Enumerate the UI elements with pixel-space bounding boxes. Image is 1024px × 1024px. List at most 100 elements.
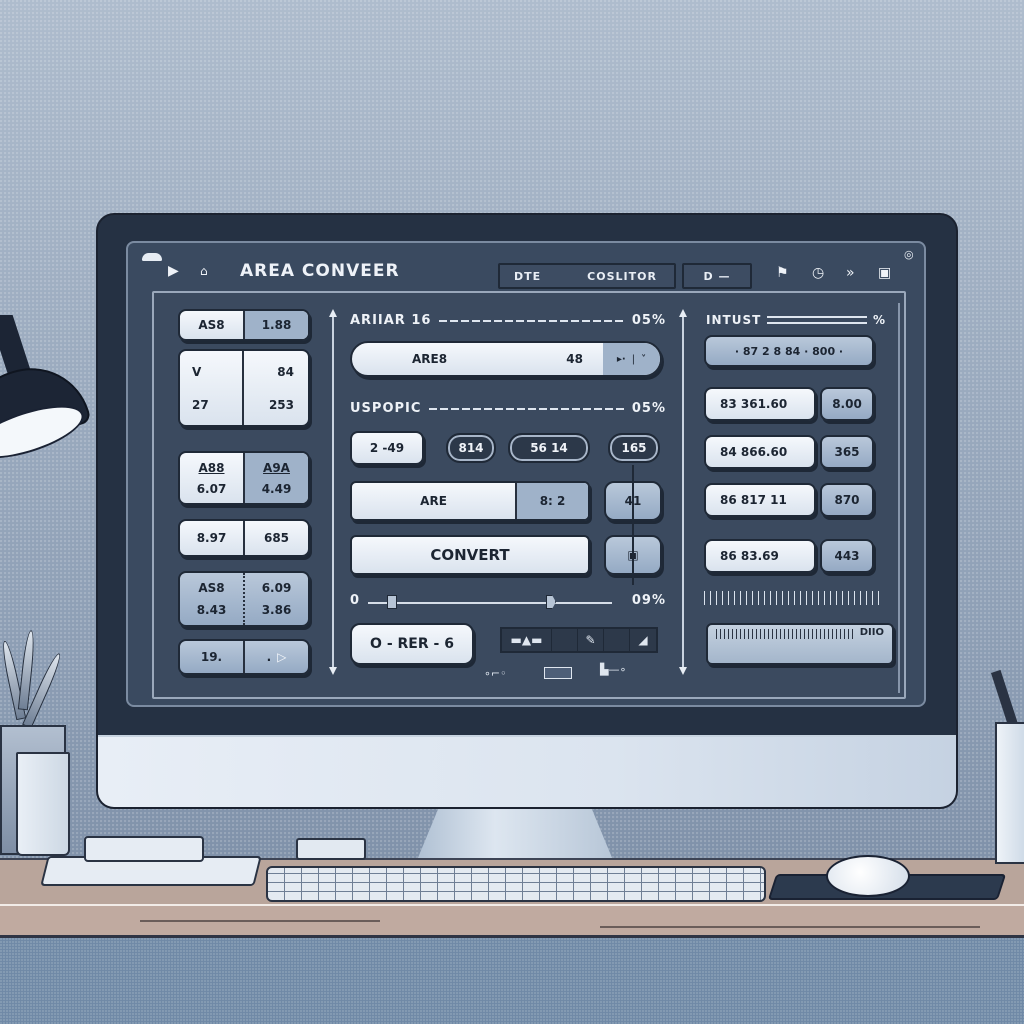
slider-thumb-start[interactable] bbox=[387, 595, 398, 609]
monitor: ▶ ⌂ AREA CONVEER DTE COSLITOR D — ⚑ ◷ » … bbox=[96, 213, 958, 809]
floor bbox=[0, 938, 1024, 1024]
chip-4[interactable]: 165 bbox=[608, 433, 660, 463]
scroll-down-icon[interactable] bbox=[329, 667, 337, 675]
scroll-up-icon[interactable] bbox=[329, 309, 337, 317]
left-row-3-value-a: 6.07 bbox=[196, 481, 227, 496]
toolbar-field-label: DTE bbox=[514, 269, 542, 283]
toolbar-field-small-value: D — bbox=[703, 269, 731, 283]
clock-icon[interactable]: ◷ bbox=[812, 265, 824, 281]
scale-ruler bbox=[704, 591, 884, 605]
chip-1[interactable]: 2 -49 bbox=[350, 431, 424, 465]
share-icon[interactable]: » bbox=[846, 265, 855, 281]
result-row-3-value: 86 817 11 bbox=[720, 493, 787, 507]
left-row-3[interactable]: A88 6.07 A9A 4.49 bbox=[178, 451, 310, 505]
result-row-3-unit[interactable]: 870 bbox=[820, 483, 874, 517]
left-row-5-value-a: 8.43 bbox=[196, 603, 227, 617]
divider bbox=[429, 407, 624, 410]
pen-tool-icon[interactable]: ✎ bbox=[578, 629, 604, 651]
left-row-3-label-b: A9A bbox=[263, 460, 290, 475]
are-field-label: ARE bbox=[420, 494, 447, 508]
lever-icon[interactable]: ▙—∘ bbox=[600, 663, 626, 676]
mouse bbox=[826, 855, 910, 897]
angle-tool-icon[interactable]: ◢ bbox=[630, 629, 656, 651]
toolbar-field-small[interactable]: D — bbox=[682, 263, 752, 289]
are-field-value: 8: 2 bbox=[515, 483, 588, 519]
header-1-value: 05% bbox=[631, 313, 666, 328]
input-display[interactable]: · 87 2 8 84 · 800 · bbox=[704, 335, 874, 367]
result-row-2-unit-label: 365 bbox=[834, 445, 860, 459]
result-row-4-unit[interactable]: 443 bbox=[820, 539, 874, 573]
save-icon[interactable]: ▣ bbox=[878, 265, 891, 281]
blank-tool[interactable] bbox=[604, 629, 630, 651]
left-row-2-label-b: 84 bbox=[277, 364, 294, 379]
left-scrollbar[interactable] bbox=[332, 317, 334, 667]
left-row-6-value: . bbox=[266, 650, 272, 664]
monitor-stand bbox=[415, 807, 615, 865]
left-row-6-play[interactable]: 19. . ▷ bbox=[178, 639, 310, 675]
input-display-value: · 87 2 8 84 · 800 · bbox=[734, 344, 844, 358]
convert-button[interactable]: CONVERT bbox=[350, 535, 590, 575]
convert-button-label: CONVERT bbox=[430, 546, 510, 564]
output-button-label: O - RER - 6 bbox=[370, 636, 454, 652]
lcd-scale-display[interactable]: DIIO bbox=[706, 623, 894, 665]
blank-tool[interactable] bbox=[552, 629, 578, 651]
left-row-2-label-a: V bbox=[192, 364, 202, 379]
left-row-2-value-a: 27 bbox=[192, 397, 209, 412]
scroll-up-icon[interactable] bbox=[679, 309, 687, 317]
play-icon[interactable]: ▷ bbox=[277, 650, 286, 664]
left-row-4[interactable]: 8.97 685 bbox=[178, 519, 310, 557]
area-unit-dropdown[interactable]: ▸· ❘ ˅ bbox=[603, 343, 660, 375]
chip-3-label: 56 14 bbox=[530, 441, 568, 455]
input-header-label: INTUST bbox=[706, 313, 762, 327]
result-row-3[interactable]: 86 817 11 bbox=[704, 483, 816, 517]
help-icon[interactable]: ◎ bbox=[904, 247, 914, 263]
result-row-2-value: 84 866.60 bbox=[720, 445, 788, 459]
are-input-field[interactable]: ARE 8: 2 bbox=[350, 481, 590, 521]
left-row-2-value-b: 253 bbox=[268, 397, 294, 412]
play-icon[interactable]: ▶ bbox=[168, 263, 179, 279]
result-row-1[interactable]: 83 361.60 bbox=[704, 387, 816, 421]
output-button[interactable]: O - RER - 6 bbox=[350, 623, 474, 665]
chip-1-label: 2 -49 bbox=[369, 441, 405, 455]
ruler-tool-icon[interactable]: ▬▲▬ bbox=[502, 629, 552, 651]
left-row-1[interactable]: AS8 1.88 bbox=[178, 309, 310, 341]
result-row-2-unit[interactable]: 365 bbox=[820, 435, 874, 469]
chip-2[interactable]: 814 bbox=[446, 433, 496, 463]
left-row-2[interactable]: V 27 84 253 bbox=[178, 349, 310, 427]
right-scrollbar[interactable] bbox=[898, 303, 900, 693]
result-row-2[interactable]: 84 866.60 bbox=[704, 435, 816, 469]
left-row-5-label-a: AS8 bbox=[198, 581, 225, 595]
left-row-1-value: 1.88 bbox=[243, 311, 308, 339]
link-icon[interactable]: ∘⌐◦ bbox=[484, 667, 507, 680]
range-slider-track[interactable] bbox=[368, 602, 612, 604]
toolbar-field-converter[interactable]: DTE COSLITOR bbox=[498, 263, 676, 289]
small-box bbox=[296, 838, 366, 860]
left-row-3-value-b: 4.49 bbox=[261, 481, 292, 496]
result-row-1-unit[interactable]: 8.00 bbox=[820, 387, 874, 421]
wood-grain bbox=[140, 920, 380, 922]
area-input-field[interactable]: ARE8 48 ▸· ❘ ˅ bbox=[350, 341, 662, 377]
toolbar-field-value: COSLITOR bbox=[587, 269, 657, 283]
book bbox=[84, 836, 204, 862]
scroll-down-icon[interactable] bbox=[679, 667, 687, 675]
home-icon[interactable]: ⌂ bbox=[200, 263, 208, 279]
input-header: INTUST % bbox=[706, 313, 886, 327]
tool-strip: ▬▲▬ ✎ ◢ bbox=[500, 627, 658, 653]
toggle-rect[interactable] bbox=[544, 667, 572, 679]
result-row-4-unit-label: 443 bbox=[834, 549, 860, 563]
percent-icon: % bbox=[872, 313, 886, 327]
pencil-cup bbox=[995, 722, 1024, 864]
flag-icon[interactable]: ⚑ bbox=[776, 265, 789, 281]
window-pill-icon bbox=[142, 253, 162, 261]
result-row-4-value: 86 83.69 bbox=[720, 549, 779, 563]
lcd-ticks bbox=[716, 629, 856, 639]
center-scrollbar[interactable] bbox=[682, 317, 684, 667]
chip-3[interactable]: 56 14 bbox=[508, 433, 590, 463]
left-row-5[interactable]: AS8 8.43 6.09 3.86 bbox=[178, 571, 310, 627]
header-2-label: USPOPIC bbox=[350, 401, 422, 416]
result-row-1-value: 83 361.60 bbox=[720, 397, 788, 411]
left-row-5-label-b: 6.09 bbox=[261, 581, 292, 595]
chip-4-label: 165 bbox=[621, 441, 647, 455]
result-row-4[interactable]: 86 83.69 bbox=[704, 539, 816, 573]
app-title: AREA CONVEER bbox=[240, 261, 400, 281]
